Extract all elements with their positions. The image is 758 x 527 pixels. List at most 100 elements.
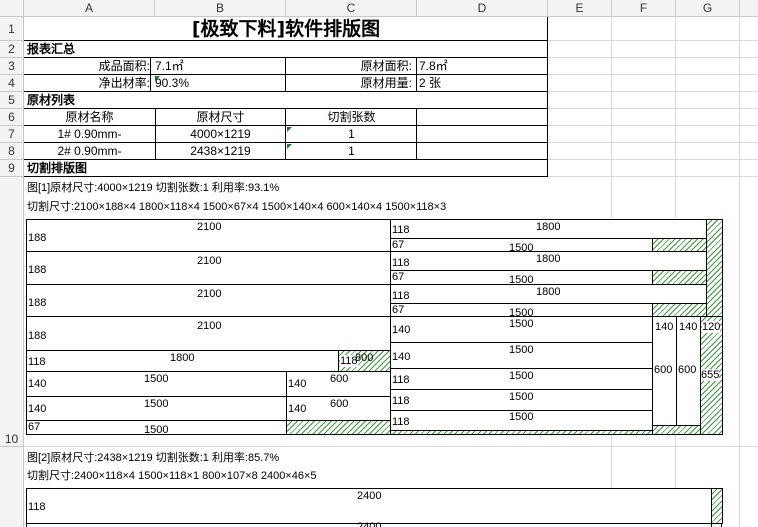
material-size-cell[interactable]: 2438×1219 bbox=[155, 143, 286, 159]
piece-width-label: 2100 bbox=[197, 288, 222, 300]
figure1-cut-sizes: 切割尺寸:2100×188×4 1800×118×4 1500×67×4 150… bbox=[27, 201, 447, 213]
material-usage-value[interactable]: 2 张 bbox=[419, 75, 539, 91]
piece-height-label: 140 bbox=[392, 324, 411, 336]
col-divider bbox=[416, 58, 417, 92]
piece-height-label: 118 bbox=[28, 501, 46, 513]
cut-piece[interactable]: 1800 118 bbox=[390, 219, 707, 239]
cut-piece[interactable]: 2400 118 bbox=[26, 488, 712, 524]
row-header-9[interactable]: 9 bbox=[0, 160, 24, 177]
cut-piece[interactable]: 2100 188 bbox=[26, 284, 391, 317]
cut-piece[interactable]: 2100 188 bbox=[26, 316, 391, 351]
select-all-corner[interactable] bbox=[0, 0, 24, 17]
cut-piece[interactable]: 1500 140 bbox=[26, 396, 287, 421]
cut-piece[interactable]: 140 600 bbox=[652, 316, 677, 426]
piece-width-label: 600 bbox=[678, 364, 697, 376]
piece-width-label: 1500 bbox=[509, 391, 534, 403]
piece-height-label: 67 bbox=[28, 421, 41, 433]
column-header-a[interactable]: A bbox=[24, 0, 155, 17]
piece-height-label: 188 bbox=[28, 232, 47, 244]
cut-piece[interactable]: 600 140 bbox=[286, 396, 391, 421]
gridline bbox=[739, 17, 740, 527]
gridline bbox=[24, 446, 758, 447]
column-header-d[interactable]: D bbox=[417, 0, 548, 17]
cut-piece[interactable]: 1500 67 bbox=[390, 238, 653, 254]
material-name-cell[interactable]: 1# 0.90mm- bbox=[24, 126, 155, 142]
piece-height-label: 118 bbox=[392, 374, 410, 386]
row-header-3[interactable]: 3 bbox=[0, 58, 24, 75]
material-name-cell[interactable]: 2# 0.90mm- bbox=[24, 143, 155, 159]
column-header-e[interactable]: E bbox=[548, 0, 612, 17]
column-header-b[interactable]: B bbox=[155, 0, 286, 17]
cut-count-cell[interactable]: 1 bbox=[286, 126, 417, 142]
cut-piece[interactable]: 1500 118 bbox=[390, 410, 653, 431]
gridline bbox=[548, 40, 758, 41]
piece-width-label: 1800 bbox=[536, 221, 561, 233]
row-header-5[interactable]: 5 bbox=[0, 92, 24, 109]
cut-piece[interactable]: 1800 118 bbox=[390, 251, 707, 271]
cut-piece[interactable]: 1500 67 bbox=[390, 303, 653, 319]
row-header-6[interactable]: 6 bbox=[0, 109, 24, 126]
cut-piece[interactable]: 2100 188 bbox=[26, 251, 391, 285]
column-header-g[interactable]: G bbox=[676, 0, 740, 17]
figure2-info: 图[2]原材尺寸:2438×1219 切割张数:1 利用率:85.7% bbox=[27, 452, 280, 464]
piece-height-label: 140 bbox=[288, 403, 307, 415]
row-header-7[interactable]: 7 bbox=[0, 126, 24, 143]
material-area-label: 原材面积: bbox=[360, 59, 412, 73]
piece-width-label: 1800 bbox=[536, 253, 561, 265]
column-header-c[interactable]: C bbox=[286, 0, 417, 17]
product-area-value[interactable]: 7.1㎡ bbox=[155, 58, 275, 74]
cut-piece[interactable]: 1800 118 bbox=[390, 284, 707, 304]
piece-width-label: 1500 bbox=[509, 344, 534, 356]
piece-width-label: 600 bbox=[654, 364, 673, 376]
piece-height-label: 67 bbox=[392, 304, 405, 316]
layout-heading: 切割排版图 bbox=[27, 161, 88, 175]
column-header-f[interactable]: F bbox=[612, 0, 676, 17]
cut-piece[interactable]: 1800 118 bbox=[26, 350, 339, 372]
cut-piece[interactable]: 1500 67 bbox=[26, 420, 287, 436]
material-usage-label: 原材用量: bbox=[360, 76, 412, 90]
row-header-8[interactable]: 8 bbox=[0, 143, 24, 160]
row-header-10[interactable]: 10 bbox=[0, 177, 24, 447]
piece-width-label: 600 bbox=[330, 398, 349, 410]
cut-piece[interactable]: 1500 140 bbox=[390, 342, 653, 369]
material-size-cell[interactable]: 4000×1219 bbox=[155, 126, 286, 142]
piece-width-label: 2400 bbox=[357, 490, 382, 502]
cut-piece[interactable]: 2400 bbox=[26, 521, 712, 527]
piece-width-label: 2400 bbox=[357, 521, 382, 527]
material-area-value[interactable]: 7.8㎡ bbox=[419, 58, 539, 74]
cut-piece[interactable]: 2100 188 bbox=[26, 219, 391, 252]
cut-count-cell[interactable]: 1 bbox=[286, 143, 417, 159]
cut-piece[interactable]: 1500 118 bbox=[390, 389, 653, 411]
net-rate-value[interactable]: 90.3% bbox=[155, 75, 275, 91]
piece-height-label: 118 bbox=[392, 224, 410, 236]
piece-height-label: 140 bbox=[28, 378, 47, 390]
gridline bbox=[548, 125, 758, 126]
piece-width-label: 1800 bbox=[536, 286, 561, 298]
scrap-area bbox=[390, 430, 653, 435]
scrap-area bbox=[652, 270, 707, 285]
cut-piece[interactable]: 1500 67 bbox=[390, 270, 653, 286]
piece-height-label: 67 bbox=[392, 271, 405, 283]
piece-height-label: 140 bbox=[655, 321, 674, 333]
piece-width-label: 600 bbox=[330, 373, 349, 385]
column-header-h[interactable] bbox=[740, 0, 758, 17]
cut-piece[interactable]: 140 600 bbox=[676, 316, 701, 426]
cut-piece[interactable]: 1500 140 bbox=[390, 316, 653, 343]
row-header-4[interactable]: 4 bbox=[0, 75, 24, 92]
row-header-2[interactable]: 2 bbox=[0, 41, 24, 58]
row-header-11[interactable] bbox=[0, 447, 24, 527]
scrap-area bbox=[652, 303, 707, 317]
material-size-header: 原材尺寸 bbox=[196, 110, 245, 124]
piece-height-label: 118 bbox=[392, 290, 410, 302]
cut-piece[interactable]: 1500 140 bbox=[26, 371, 287, 397]
cut-piece[interactable]: 600 140 bbox=[286, 371, 391, 397]
scrap-area bbox=[711, 488, 723, 524]
piece-width-label: 2100 bbox=[197, 255, 222, 267]
cutting-layout-sheet-2: 2400 118 2400 bbox=[26, 488, 723, 527]
row-header-1[interactable]: 1 bbox=[0, 17, 24, 41]
col-divider bbox=[150, 58, 151, 92]
scrap-area bbox=[286, 420, 391, 435]
piece-height-label: 118 bbox=[392, 395, 410, 407]
cut-piece[interactable]: 1500 118 bbox=[390, 368, 653, 390]
piece-height-label: 118 bbox=[392, 257, 410, 269]
